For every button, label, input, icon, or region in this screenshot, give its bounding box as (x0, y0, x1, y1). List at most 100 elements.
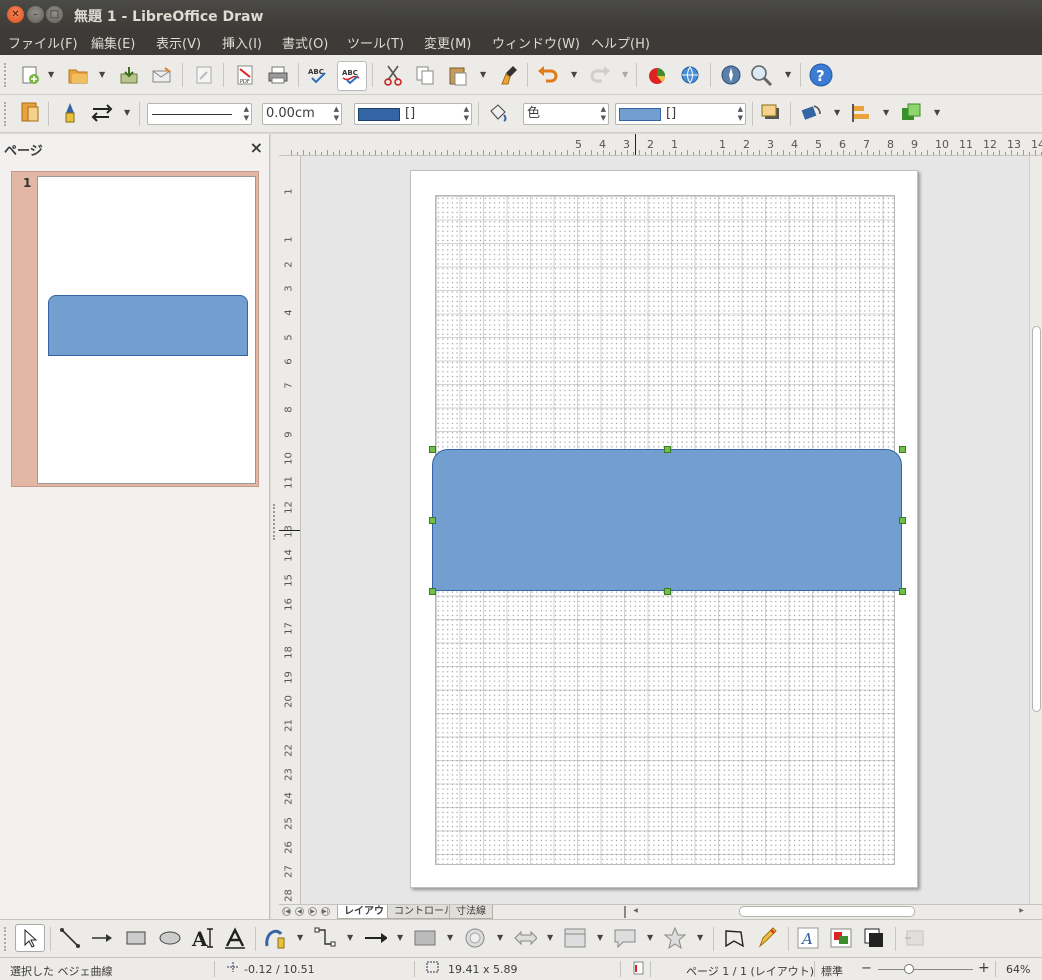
toolbar-grip[interactable] (4, 63, 8, 87)
last-tab-icon[interactable]: ▶| (321, 907, 330, 916)
splitter-grip[interactable] (273, 504, 276, 540)
resize-handle-top-right[interactable] (899, 446, 906, 453)
resize-handle-bottom[interactable] (664, 588, 671, 595)
arrow-style-icon[interactable] (90, 101, 114, 125)
selected-bezier-shape[interactable] (432, 449, 902, 591)
resize-handle-right[interactable] (899, 517, 906, 524)
zoom-in-icon[interactable]: + (978, 960, 990, 976)
select-mode-icon[interactable] (18, 101, 42, 125)
tab-splitter[interactable] (624, 906, 627, 918)
zoom-slider-track[interactable] (878, 969, 973, 970)
pane-splitter[interactable] (271, 134, 279, 919)
chevron-down-icon[interactable]: ▼ (347, 933, 353, 942)
chevron-down-icon[interactable]: ▼ (597, 933, 603, 942)
chevron-down-icon[interactable]: ▼ (785, 70, 791, 79)
block-arrows-icon[interactable] (513, 926, 537, 950)
chevron-down-icon[interactable]: ▼ (447, 933, 453, 942)
prev-tab-icon[interactable]: ◀ (295, 907, 304, 916)
print-icon[interactable] (266, 63, 290, 87)
menu-insert[interactable]: 挿入(I) (222, 33, 262, 52)
zoom-slider-knob[interactable] (903, 964, 914, 974)
tab-dimension-lines[interactable]: 寸法線 (449, 905, 493, 919)
drawing-canvas[interactable] (301, 156, 1029, 904)
ellipse-tool-icon[interactable] (158, 926, 182, 950)
points-edit-icon[interactable] (722, 926, 746, 950)
callouts-icon[interactable] (613, 926, 637, 950)
menu-tools[interactable]: ツール(T) (347, 33, 404, 52)
text-tool-icon[interactable]: A (191, 926, 215, 950)
shadow-icon[interactable] (759, 101, 783, 125)
arrange-icon[interactable] (899, 101, 923, 125)
chevron-down-icon[interactable]: ▼ (622, 70, 628, 79)
undo-icon[interactable] (536, 63, 560, 87)
line-color-select[interactable]: [] ▲ ▼ (354, 103, 472, 125)
close-pane-icon[interactable]: × (250, 138, 263, 157)
curve-tool-icon[interactable] (263, 926, 287, 950)
menu-format[interactable]: 書式(O) (282, 33, 328, 52)
zoom-value[interactable]: 64% (1006, 963, 1030, 976)
chevron-down-icon[interactable]: ▼ (297, 933, 303, 942)
vertical-scrollbar[interactable] (1029, 156, 1042, 904)
select-arrow-icon[interactable] (15, 924, 45, 952)
resize-handle-top[interactable] (664, 446, 671, 453)
export-pdf-icon[interactable]: PDF (233, 63, 257, 87)
chevron-down-icon[interactable]: ▼ (497, 933, 503, 942)
chevron-down-icon[interactable]: ▼ (397, 933, 403, 942)
rectangle-tool-icon[interactable] (124, 926, 148, 950)
open-folder-icon[interactable] (66, 63, 90, 87)
menu-file[interactable]: ファイル(F) (8, 33, 78, 52)
resize-handle-bottom-right[interactable] (899, 588, 906, 595)
chevron-down-icon[interactable]: ▼ (934, 108, 940, 117)
menu-modify[interactable]: 変更(M) (424, 33, 471, 52)
chevron-down-icon[interactable]: ▼ (834, 108, 840, 117)
align-icon[interactable] (849, 101, 873, 125)
clone-formatting-icon[interactable] (498, 63, 522, 87)
stars-icon[interactable] (663, 926, 687, 950)
horizontal-ruler[interactable]: 5432112345678910111213141516171819202122… (279, 134, 1042, 156)
insert-text-icon[interactable]: A (796, 926, 820, 950)
minimize-window-button[interactable]: – (27, 6, 44, 23)
line-arrow-end-icon[interactable] (363, 926, 387, 950)
chevron-down-icon[interactable]: ▼ (883, 108, 889, 117)
area-color-select[interactable]: [] ▲ ▼ (615, 103, 746, 125)
line-arrow-tool-icon[interactable] (90, 926, 114, 950)
chevron-down-icon[interactable]: ▼ (124, 108, 130, 117)
vertical-scroll-thumb[interactable] (1032, 326, 1041, 712)
next-tab-icon[interactable]: ▶ (308, 907, 317, 916)
chart-icon[interactable] (645, 63, 669, 87)
scroll-left-icon[interactable]: ◀ (631, 907, 640, 916)
help-icon[interactable]: ? (809, 63, 833, 87)
email-icon[interactable] (150, 63, 174, 87)
toggle-extrusion-icon[interactable] (862, 926, 886, 950)
basic-shapes-icon[interactable] (463, 926, 487, 950)
chevron-down-icon[interactable]: ▼ (571, 70, 577, 79)
spellcheck-icon[interactable]: ABC (306, 63, 330, 87)
toolbar-grip[interactable] (4, 927, 8, 951)
chevron-down-icon[interactable]: ▼ (480, 70, 486, 79)
maximize-window-button[interactable]: □ (46, 6, 63, 23)
chevron-down-icon[interactable]: ▼ (697, 933, 703, 942)
insert-image-icon[interactable] (829, 926, 853, 950)
new-document-icon[interactable] (18, 63, 42, 87)
horizontal-scroll-thumb[interactable] (739, 906, 915, 917)
redo-icon[interactable] (588, 63, 612, 87)
edit-mode-icon[interactable] (192, 63, 216, 87)
line-tool-icon[interactable] (58, 926, 82, 950)
line-width-field[interactable]: 0.00cm ▲ ▼ (262, 103, 342, 125)
connector-tool-icon[interactable] (313, 926, 337, 950)
vertical-text-icon[interactable] (223, 926, 247, 950)
resize-handle-bottom-left[interactable] (429, 588, 436, 595)
document-modified-icon[interactable] (633, 961, 645, 979)
first-tab-icon[interactable]: |◀ (282, 907, 291, 916)
insert-object-icon[interactable] (903, 926, 927, 950)
area-style-select[interactable]: 色 ▲ ▼ (523, 103, 609, 125)
menu-window[interactable]: ウィンドウ(W) (492, 33, 580, 52)
navigator-icon[interactable] (719, 63, 743, 87)
rectangle-shapes-icon[interactable] (413, 926, 437, 950)
zoom-out-icon[interactable]: − (861, 961, 872, 976)
menu-help[interactable]: ヘルプ(H) (591, 33, 650, 52)
resize-handle-left[interactable] (429, 517, 436, 524)
page-thumbnail[interactable]: 1 (11, 171, 259, 487)
fontwork-icon[interactable] (756, 926, 780, 950)
hyperlink-icon[interactable] (678, 63, 702, 87)
